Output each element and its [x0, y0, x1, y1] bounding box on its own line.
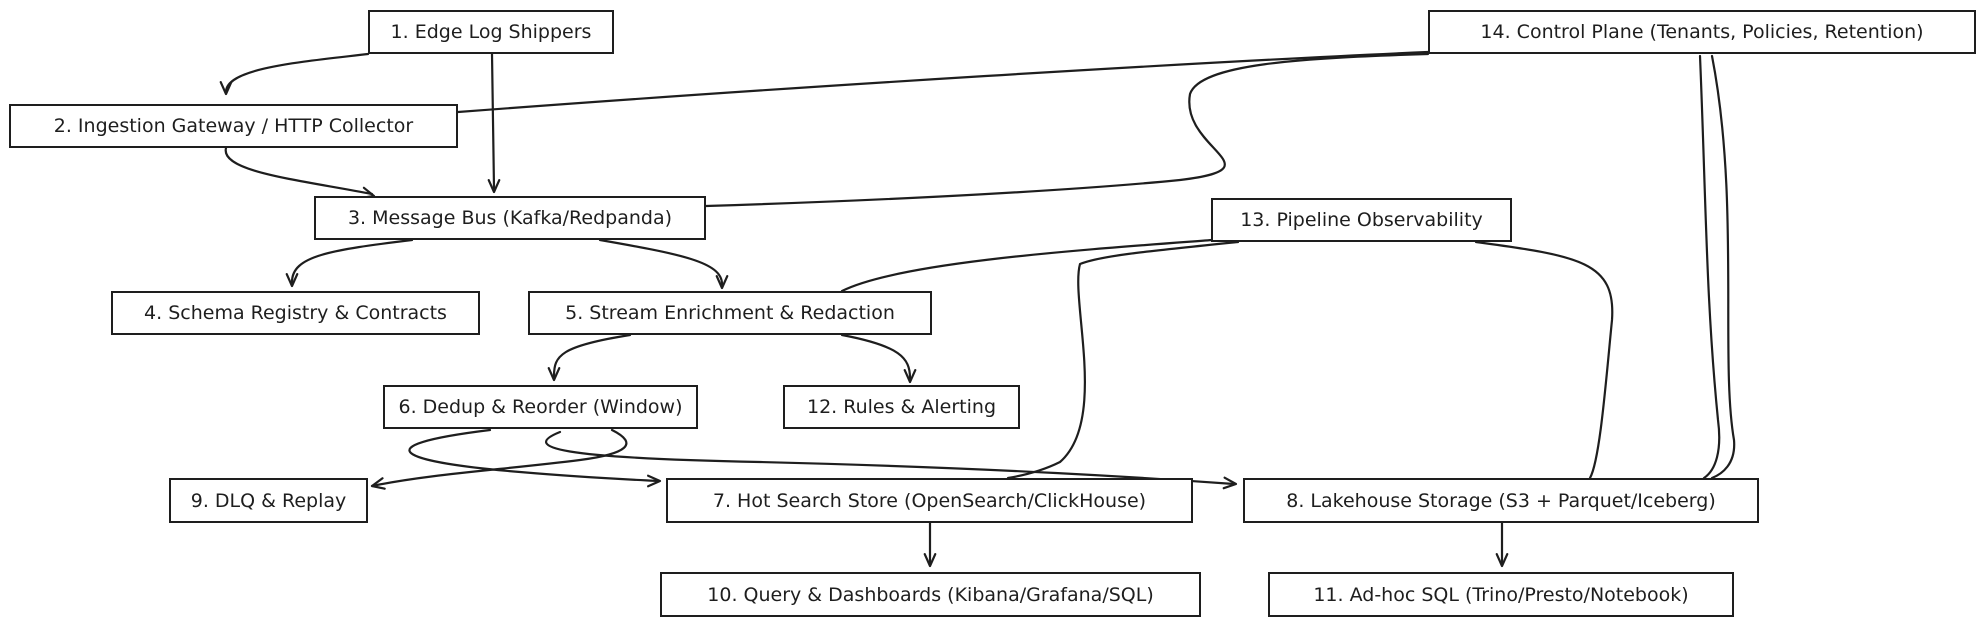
edge-line-n14-n3	[704, 52, 1430, 208]
edge-line-n2-n3	[224, 146, 374, 196]
edge-line-n14-n2	[456, 50, 1430, 114]
edge-line-n13-n8	[1474, 240, 1614, 480]
edge-n3-n4	[285, 238, 414, 288]
edge-line-n1-n3	[490, 52, 496, 190]
node-stream-enrichment[interactable]: 5. Stream Enrichment & Redaction	[528, 291, 932, 335]
edge-line-n5-n12	[840, 333, 912, 380]
edge-n1-n2	[219, 52, 370, 96]
node-pipeline-observability[interactable]: 13. Pipeline Observability	[1211, 198, 1512, 242]
node-adhoc-sql[interactable]: 11. Ad-hoc SQL (Trino/Presto/Notebook)	[1268, 572, 1734, 617]
edge-n14-n2	[456, 50, 1430, 114]
node-dlq-replay[interactable]: 9. DLQ & Replay	[169, 478, 368, 523]
edge-n13-n8	[1474, 240, 1614, 480]
edge-line-n3-n5	[598, 238, 724, 286]
edge-line-n1-n2	[224, 52, 370, 94]
edge-n6-n7	[408, 428, 662, 488]
edge-n2-n3	[224, 146, 376, 200]
node-ingestion-gateway[interactable]: 2. Ingestion Gateway / HTTP Collector	[9, 104, 458, 148]
edge-line-n5-n6	[552, 333, 632, 378]
node-message-bus[interactable]: 3. Message Bus (Kafka/Redpanda)	[314, 196, 706, 240]
node-edge-log-shippers[interactable]: 1. Edge Log Shippers	[368, 10, 614, 54]
node-query-dashboards[interactable]: 10. Query & Dashboards (Kibana/Grafana/S…	[660, 572, 1201, 617]
node-dedup-reorder[interactable]: 6. Dedup & Reorder (Window)	[383, 385, 698, 429]
edge-n5-n6	[547, 333, 632, 382]
diagram-canvas: 1. Edge Log Shippers 2. Ingestion Gatewa…	[0, 0, 1985, 628]
edge-n6-n9	[370, 428, 628, 490]
edge-n3-n5	[598, 238, 729, 290]
edge-line-n6-n7	[408, 428, 660, 483]
edge-n14-n8	[1698, 54, 1736, 480]
edge-n8-n11	[1495, 521, 1509, 568]
node-lakehouse-storage[interactable]: 8. Lakehouse Storage (S3 + Parquet/Icebe…	[1243, 478, 1759, 523]
edge-n14-n3	[704, 52, 1430, 208]
edge-n1-n3	[487, 52, 501, 194]
node-rules-alerting[interactable]: 12. Rules & Alerting	[783, 385, 1020, 429]
edge-line-n13-n7	[1006, 240, 1240, 480]
node-schema-registry[interactable]: 4. Schema Registry & Contracts	[111, 291, 480, 335]
edge-n5-n12	[840, 333, 917, 384]
edge-line-n3-n4	[290, 238, 414, 284]
edge-n13-n5	[840, 238, 1214, 293]
edge-line-n14-n8	[1698, 54, 1736, 480]
edge-n13-n7	[1006, 240, 1240, 480]
node-hot-search-store[interactable]: 7. Hot Search Store (OpenSearch/ClickHou…	[666, 478, 1193, 523]
edge-n7-n10	[923, 521, 937, 568]
node-control-plane[interactable]: 14. Control Plane (Tenants, Policies, Re…	[1428, 10, 1976, 54]
edge-line-n13-n5	[840, 238, 1214, 293]
